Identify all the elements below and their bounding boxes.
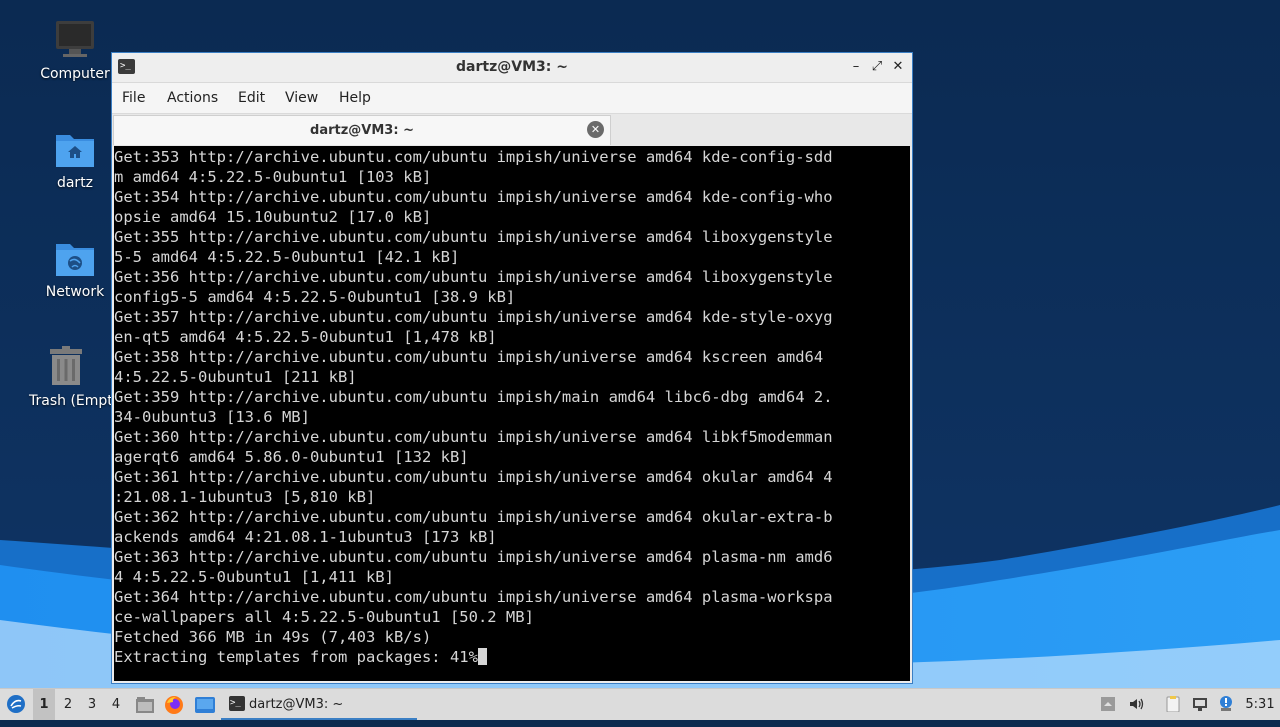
menu-file[interactable]: File — [122, 83, 145, 113]
taskbar-window-label: dartz@VM3: ~ — [249, 697, 344, 712]
menu-actions[interactable]: Actions — [167, 83, 218, 113]
terminal-line: Get:364 http://archive.ubuntu.com/ubuntu… — [114, 588, 833, 606]
window-titlebar[interactable]: >_ dartz@VM3: ~ – ⤢ ✕ — [112, 53, 912, 83]
network-folder-icon — [53, 236, 97, 280]
terminal-line: 4:5.22.5-0ubuntu1 [211 kB] — [114, 368, 357, 386]
menu-view[interactable]: View — [285, 83, 318, 113]
terminal-line: en-qt5 amd64 4:5.22.5-0ubuntu1 [1,478 kB… — [114, 328, 497, 346]
terminal-line: Get:356 http://archive.ubuntu.com/ubuntu… — [114, 268, 833, 286]
desktop-icon-network[interactable]: Network — [25, 236, 125, 300]
desktop-icon-label: Trash (Empty) — [29, 393, 111, 409]
terminal-line: m amd64 4:5.22.5-0ubuntu1 [103 kB] — [114, 168, 432, 186]
terminal-text: Get:353 http://archive.ubuntu.com/ubuntu… — [114, 146, 910, 667]
desktop-icon-label: Computer — [40, 66, 110, 82]
workspace-3[interactable]: 3 — [81, 689, 103, 720]
file-manager-launcher[interactable] — [134, 689, 156, 720]
terminal-line: Get:353 http://archive.ubuntu.com/ubuntu… — [114, 148, 833, 166]
tab-bar: dartz@VM3: ~ ✕ — [112, 113, 912, 147]
terminal-line: Get:354 http://archive.ubuntu.com/ubuntu… — [114, 188, 833, 206]
terminal-line: 4 4:5.22.5-0ubuntu1 [1,411 kB] — [114, 568, 394, 586]
terminal-cursor — [477, 648, 487, 665]
window-title: dartz@VM3: ~ — [456, 59, 568, 75]
menu-edit[interactable]: Edit — [238, 83, 265, 113]
desktop-icon-computer[interactable]: Computer — [25, 18, 125, 82]
desktop-icon-home[interactable]: dartz — [25, 127, 125, 191]
terminal-line: Get:358 http://archive.ubuntu.com/ubuntu… — [114, 348, 824, 366]
tab-terminal[interactable]: dartz@VM3: ~ ✕ — [113, 115, 611, 145]
computer-icon — [53, 18, 97, 62]
terminal-line: 5-5 amd64 4:5.22.5-0ubuntu1 [42.1 kB] — [114, 248, 460, 266]
terminal-line: 34-0ubuntu3 [13.6 MB] — [114, 408, 310, 426]
terminal-progress-line: Extracting templates from packages: 41% — [114, 647, 910, 667]
update-notifier-icon[interactable] — [1218, 696, 1234, 712]
terminal-line: Get:360 http://archive.ubuntu.com/ubuntu… — [114, 428, 833, 446]
workspace-1[interactable]: 1 — [33, 689, 55, 720]
terminal-line: Fetched 366 MB in 49s (7,403 kB/s) — [114, 628, 432, 646]
firefox-icon — [165, 696, 183, 714]
maximize-button[interactable]: ⤢ — [867, 57, 887, 77]
clipboard-icon[interactable] — [1165, 696, 1181, 713]
terminal-line: agerqt6 amd64 5.86.0-0ubuntu1 [132 kB] — [114, 448, 469, 466]
network-icon[interactable] — [1192, 696, 1208, 712]
desktop-icon-label: dartz — [56, 175, 94, 191]
clock[interactable]: 5:31 — [1242, 689, 1278, 720]
tab-label: dartz@VM3: ~ — [310, 123, 414, 138]
terminal-line: ce-wallpapers all 4:5.22.5-0ubuntu1 [50.… — [114, 608, 534, 626]
taskbar-window-terminal[interactable]: >_ dartz@VM3: ~ — [221, 689, 417, 720]
terminal-line: Get:355 http://archive.ubuntu.com/ubuntu… — [114, 228, 833, 246]
terminal-line: Get:361 http://archive.ubuntu.com/ubuntu… — [114, 468, 833, 486]
terminal-icon: >_ — [229, 696, 245, 711]
tray-expander-icon[interactable] — [1100, 696, 1116, 712]
terminal-line: Get:362 http://archive.ubuntu.com/ubuntu… — [114, 508, 833, 526]
terminal-window[interactable]: >_ dartz@VM3: ~ – ⤢ ✕ File Actions Edit … — [111, 52, 913, 684]
close-button[interactable]: ✕ — [888, 57, 908, 77]
desktop-icon-trash[interactable]: Trash (Empty) — [21, 345, 111, 409]
terminal-line: Get:357 http://archive.ubuntu.com/ubuntu… — [114, 308, 833, 326]
terminal-progress-text: Extracting templates from packages: 41% — [114, 648, 478, 666]
menu-help[interactable]: Help — [339, 83, 371, 113]
minimize-button[interactable]: – — [846, 57, 866, 77]
firefox-launcher[interactable] — [163, 689, 185, 720]
show-desktop-button[interactable] — [193, 689, 217, 720]
terminal-line: Get:359 http://archive.ubuntu.com/ubuntu… — [114, 388, 833, 406]
home-folder-icon — [53, 127, 97, 171]
desktop-icon-label: Network — [45, 284, 105, 300]
tab-close-icon[interactable]: ✕ — [587, 121, 604, 138]
volume-icon[interactable] — [1128, 696, 1144, 712]
terminal-line: opsie amd64 15.10ubuntu2 [17.0 kB] — [114, 208, 432, 226]
terminal-line: :21.08.1-1ubuntu3 [5,810 kB] — [114, 488, 376, 506]
workspace-4[interactable]: 4 — [105, 689, 127, 720]
lubuntu-logo-icon — [7, 695, 25, 713]
menu-bar: File Actions Edit View Help — [112, 83, 912, 113]
show-desktop-icon — [195, 697, 215, 713]
workspace-2[interactable]: 2 — [57, 689, 79, 720]
terminal-line: config5-5 amd64 4:5.22.5-0ubuntu1 [38.9 … — [114, 288, 516, 306]
terminal-line: ackends amd64 4:21.08.1-1ubuntu3 [173 kB… — [114, 528, 497, 546]
trash-icon — [44, 345, 88, 389]
file-manager-icon — [136, 697, 154, 713]
terminal-output[interactable]: Get:353 http://archive.ubuntu.com/ubuntu… — [114, 146, 910, 681]
terminal-line: Get:363 http://archive.ubuntu.com/ubuntu… — [114, 548, 833, 566]
start-menu-button[interactable] — [4, 689, 28, 720]
taskbar: 1 2 3 4 >_ dartz@VM3: ~ 5:31 — [0, 688, 1280, 720]
